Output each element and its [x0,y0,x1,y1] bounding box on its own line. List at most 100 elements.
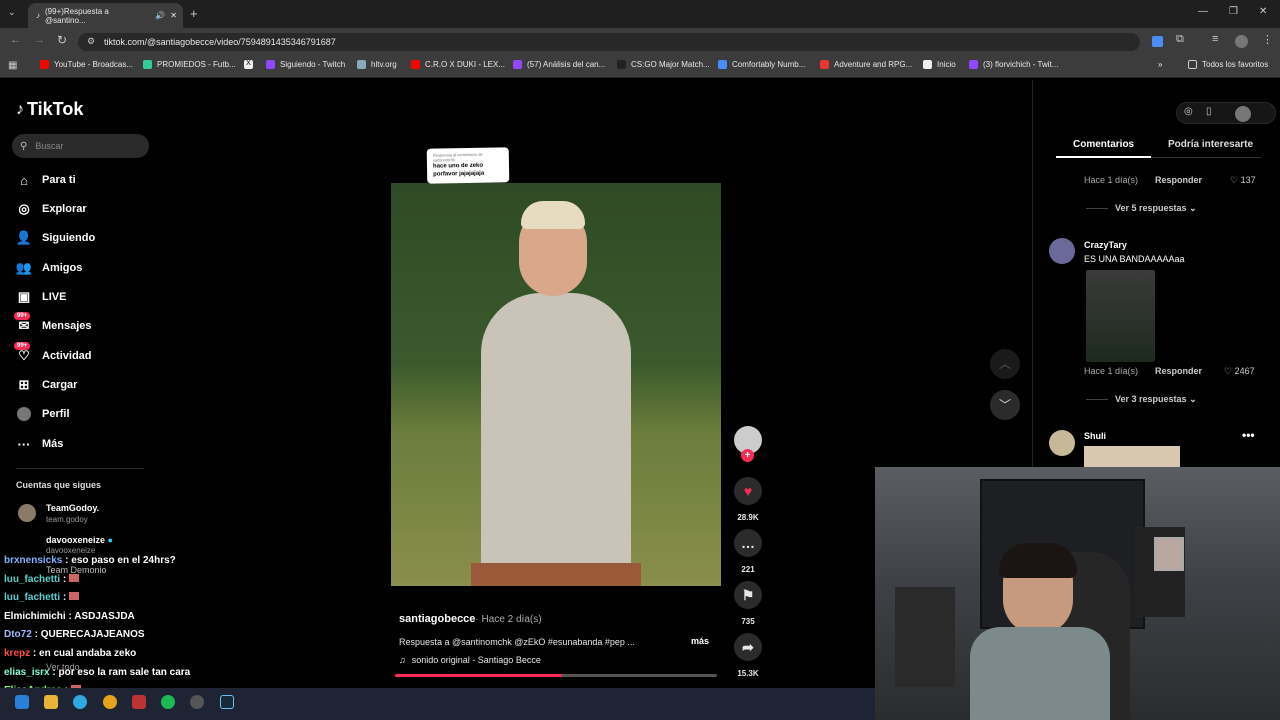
previous-video-button[interactable]: ︿ [990,349,1020,379]
forward-icon[interactable]: → [34,34,45,46]
music-note-icon: ♫ [399,655,406,665]
video-author[interactable]: santiagobecce· Hace 2 día(s) [399,613,542,625]
save-button[interactable]: ⚑ 735 [734,581,762,626]
site-info-icon[interactable]: ⚙ [87,36,95,47]
close-window-icon[interactable]: ✕ [1259,6,1267,17]
minimize-icon[interactable]: — [1198,6,1208,17]
bookmark-item[interactable]: C.R.O X DUKI - LEX... [411,60,505,69]
comment-like[interactable]: ♡ 137 [1230,175,1256,186]
chrome-icon[interactable] [103,695,117,709]
media-icon[interactable]: ≡ [1212,33,1218,45]
video-sound[interactable]: ♫ sonido original - Santiago Becce [399,655,541,665]
maximize-icon[interactable]: ❐ [1229,6,1238,17]
following-handle: team.godoy [46,515,88,524]
nav-actividad[interactable]: ♡ 99+ Actividad [14,342,92,364]
bookmark-item[interactable]: Comfortably Numb... [718,60,805,69]
compass-icon[interactable]: ◎ [1184,106,1193,117]
share-button[interactable]: ➦ 15.3K [734,633,762,678]
bookmark-item[interactable]: Siguiendo - Twitch [266,60,345,69]
bookmark-item[interactable]: X [244,60,253,69]
nav-perfil[interactable]: Perfil [16,406,70,422]
comment-time: Hace 1 día(s) [1084,175,1139,185]
bookmark-item[interactable]: PROMIEDOS - Futb... [143,60,236,69]
avatar[interactable] [1049,430,1075,456]
reply-button[interactable]: Responder [1155,175,1202,185]
address-bar[interactable]: ⚙ tiktok.com/@santiagobecce/video/759489… [78,33,1140,51]
comment-user[interactable]: Shuli [1084,431,1106,441]
comment-image[interactable] [1086,270,1155,362]
nav-amigos[interactable]: 👥 Amigos [16,260,82,276]
chat-message: elias_isrx : por eso la ram sale tan car… [4,667,191,678]
extension-icon[interactable] [1152,36,1163,47]
view-replies-button[interactable]: Ver 3 respuestas ⌄ [1115,394,1197,405]
progress-bar[interactable] [395,674,717,677]
video-player[interactable] [391,183,721,586]
compass-icon: ◎ [18,201,30,216]
nav-siguiendo[interactable]: 👤 Siguiendo [16,230,95,246]
messages-badge: 99+ [14,312,31,320]
extensions-puzzle-icon[interactable]: ⧉ [1176,33,1184,46]
comment-options-icon[interactable]: ••• [1242,428,1255,442]
comment-like[interactable]: ♡ 2467 [1224,366,1255,377]
all-favorites[interactable]: Todos los favoritos [1188,60,1268,69]
profile-avatar[interactable] [1235,35,1248,48]
spotify-icon[interactable] [161,695,175,709]
video-subject [481,293,631,583]
avatar[interactable] [18,504,36,522]
tab-comentarios[interactable]: Comentarios [1073,139,1134,150]
next-video-button[interactable]: ﹀ [990,390,1020,420]
tab-podria-interesarte[interactable]: Podría interesarte [1168,139,1253,150]
following-name[interactable]: davooxeneize ● [46,535,113,545]
video-pants [471,563,641,586]
live-icon: ▣ [17,289,31,304]
bookmark-item[interactable]: (3) florvichich - Twit... [969,60,1058,69]
tab-search-icon[interactable]: ⌄ [8,7,20,19]
follow-plus-icon[interactable]: + [741,449,754,462]
menu-icon[interactable]: ⋮ [1262,33,1273,46]
steam-icon[interactable] [220,695,234,709]
nav-para-ti[interactable]: ⌂ Para ti [16,172,76,188]
bookmark-item[interactable]: CS:GO Major Match... [617,60,710,69]
more-link[interactable]: más [691,636,709,646]
like-button[interactable]: ♥ 28.9K [734,477,762,522]
tab-strip: ⌄ ♪ (99+)Respuesta a @santino... 🔊 ✕ + —… [0,0,1280,28]
bookmark-item[interactable]: Adventure and RPG... [820,60,912,69]
search-input[interactable]: ⚲ Buscar [12,134,149,158]
avatar[interactable] [1049,238,1075,264]
reload-icon[interactable]: ↻ [57,33,67,47]
chat-message: brxnensicks : eso paso en el 24hrs? [4,555,176,566]
comment-image[interactable] [1084,446,1180,468]
activity-icon: ♡ 99+ [14,342,32,364]
tab-active[interactable]: ♪ (99+)Respuesta a @santino... 🔊 ✕ [28,3,183,28]
windows-start-icon[interactable] [15,695,29,709]
bookmark-item[interactable]: Inicio [923,60,956,69]
comment-button[interactable]: … 221 [734,529,762,574]
app-icon[interactable] [190,695,204,709]
bookmark-item[interactable]: hltv.org [357,60,397,69]
tab-audio-icon[interactable]: 🔊 [155,11,165,20]
app-icon[interactable] [132,695,146,709]
view-replies-button[interactable]: Ver 5 respuestas ⌄ [1115,203,1197,214]
new-tab-icon[interactable]: + [190,6,198,21]
tiktok-logo[interactable]: ♪ TikTok [16,99,83,120]
apps-grid-icon[interactable]: ▦ [8,60,17,71]
reply-button[interactable]: Responder [1155,366,1202,376]
tab-close-icon[interactable]: ✕ [170,11,177,20]
file-explorer-icon[interactable] [44,695,58,709]
nav-mensajes[interactable]: ✉ 99+ Mensajes [14,312,92,334]
comment-time: Hace 1 día(s) [1084,366,1139,376]
active-tab-indicator [1056,156,1151,158]
edge-icon[interactable] [73,695,87,709]
back-icon[interactable]: ← [10,34,21,46]
nav-cargar[interactable]: ⊞ Cargar [16,377,78,393]
following-name[interactable]: TeamGodoy. [46,503,99,513]
bookmarks-overflow-icon[interactable]: » [1158,60,1162,69]
bookmark-item[interactable]: YouTube - Broadcas... [40,60,133,69]
device-icon[interactable]: ▯ [1206,106,1212,117]
nav-live[interactable]: ▣ LIVE [16,289,67,305]
nav-mas[interactable]: ··· Más [16,436,64,452]
avatar[interactable] [1235,106,1251,122]
bookmark-item[interactable]: (57) Análisis del can... [513,60,605,69]
nav-explorar[interactable]: ◎ Explorar [16,201,86,217]
comment-user[interactable]: CrazyTary [1084,240,1127,250]
